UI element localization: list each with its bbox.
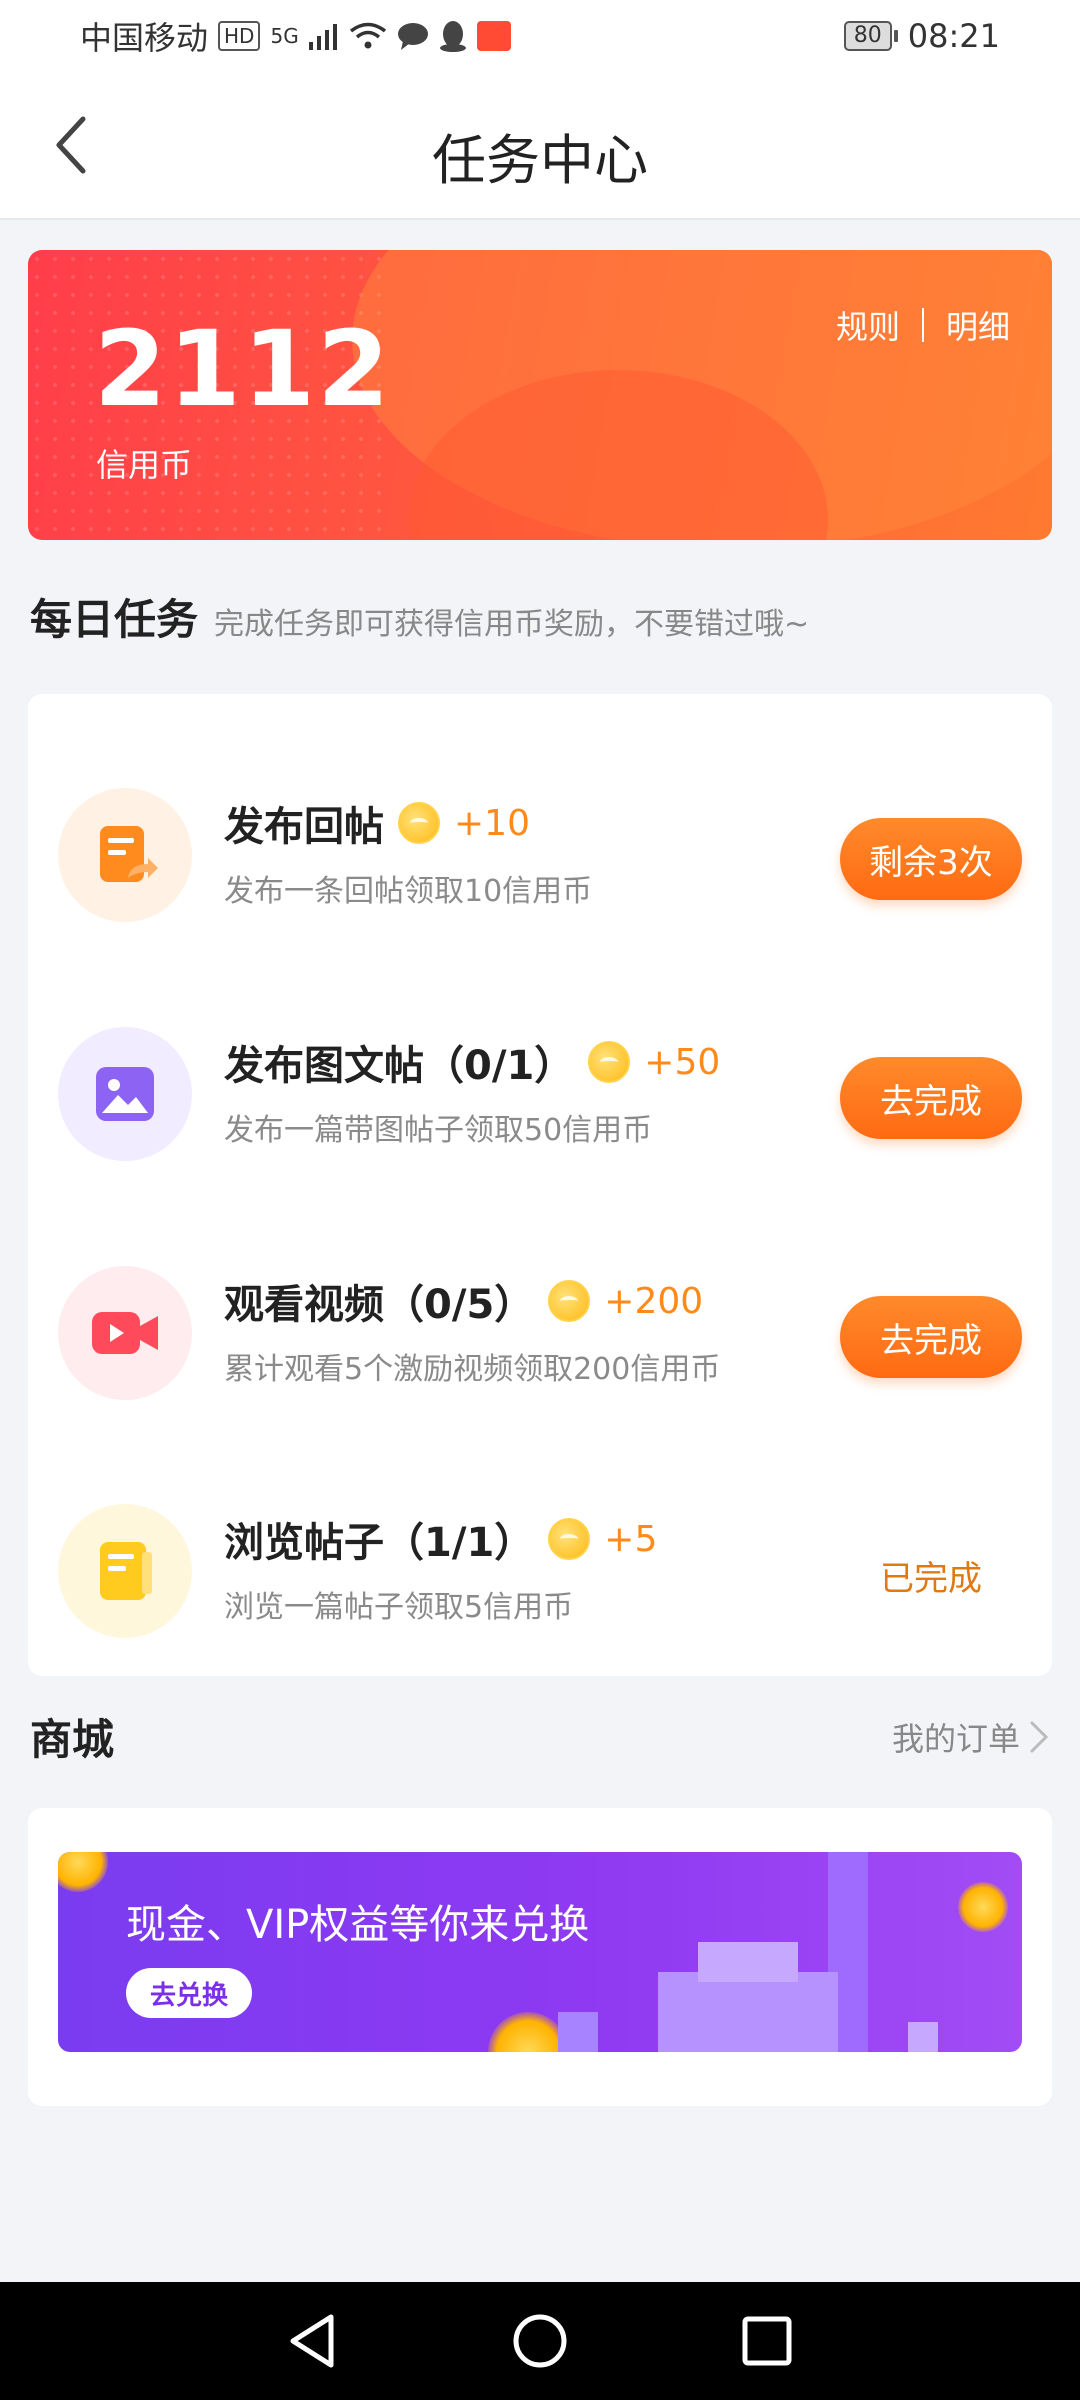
status-bar: 中国移动 HD 5G 80 08:21: [0, 0, 1080, 72]
task-description: 发布一篇带图帖子领取50信用币: [224, 1113, 653, 1148]
task-title-row: 观看视频（0/5） +200: [224, 1272, 703, 1330]
nav-recent-apps-icon[interactable]: [739, 2313, 795, 2369]
task-title-row: 浏览帖子（1/1） +5: [224, 1510, 657, 1568]
nav-home-icon[interactable]: [510, 2311, 570, 2371]
status-left: 中国移动 HD 5G: [80, 13, 511, 59]
task-item-browse-post: 浏览帖子（1/1） +5 浏览一篇帖子领取5信用币 已完成: [28, 1474, 1052, 1674]
coin-icon: [548, 1280, 591, 1322]
network-type: 5G: [270, 24, 299, 48]
task-title: 浏览帖子（1/1）: [224, 1520, 535, 1566]
rules-link[interactable]: 规则: [836, 302, 900, 348]
banner-title: 现金、VIP权益等你来兑换: [126, 1902, 590, 1948]
daily-tasks-subtitle: 完成任务即可获得信用币奖励，不要错过哦~: [214, 607, 810, 642]
shop-panel: 现金、VIP权益等你来兑换 去兑换: [28, 1808, 1052, 2106]
task-icon-circle: [58, 1027, 192, 1161]
task-title: 观看视频（0/5）: [224, 1282, 535, 1328]
credit-amount: 2112: [94, 308, 392, 430]
document-icon: [100, 1542, 152, 1600]
task-title-row: 发布图文帖（0/1） +50: [224, 1033, 720, 1091]
task-item-watch-video: 观看视频（0/5） +200 累计观看5个激励视频领取200信用币 去完成: [28, 1236, 1052, 1436]
task-icon-circle: [58, 788, 192, 922]
completed-status: 已完成: [880, 1558, 982, 1599]
carrier-name: 中国移动: [80, 19, 209, 57]
wifi-icon: [349, 22, 386, 49]
image-icon: [96, 1067, 154, 1121]
my-orders-label: 我的订单: [891, 1719, 1020, 1758]
coin-icon: [548, 1518, 591, 1560]
header: 任务中心: [0, 72, 1080, 220]
task-reward: +10: [454, 802, 530, 844]
task-description: 浏览一篇帖子领取5信用币: [224, 1590, 574, 1625]
battery-level: 80: [843, 21, 892, 51]
shop-title: 商城: [30, 1715, 115, 1764]
credit-unit-label: 信用币: [96, 446, 193, 484]
go-complete-button[interactable]: 去完成: [840, 1057, 1022, 1139]
battery-icon: 80: [843, 21, 898, 51]
task-icon-circle: [58, 1266, 192, 1400]
page-title: 任务中心: [432, 129, 648, 192]
status-right: 80 08:21: [843, 17, 1000, 55]
task-title: 发布回帖: [224, 804, 384, 850]
task-reward: +200: [604, 1280, 704, 1322]
task-description: 发布一条回帖领取10信用币: [224, 874, 593, 909]
task-item-image-post: 发布图文帖（0/1） +50 发布一篇带图帖子领取50信用币 去完成: [28, 997, 1052, 1197]
app-notification-icon: [476, 21, 511, 51]
task-icon-circle: [58, 1504, 192, 1638]
detail-link[interactable]: 明细: [946, 302, 1010, 348]
shop-header: 商城 我的订单: [30, 1706, 1050, 1767]
remaining-count-button[interactable]: 剩余3次: [840, 818, 1022, 900]
nav-back-icon[interactable]: [285, 2311, 341, 2371]
exchange-button[interactable]: 去兑换: [126, 1968, 252, 2018]
signal-icon: [308, 24, 337, 50]
credit-balance-card: 2112 信用币 规则 明细: [28, 250, 1052, 540]
task-list: 发布回帖 +10 发布一条回帖领取10信用币 剩余3次 发布图文帖（0/1） +…: [28, 694, 1052, 1676]
exchange-banner[interactable]: 现金、VIP权益等你来兑换 去兑换: [58, 1852, 1022, 2052]
card-links: 规则 明细: [836, 302, 1010, 348]
task-reward: +5: [604, 1518, 658, 1560]
hd-icon: HD: [218, 21, 261, 51]
task-title: 发布图文帖（0/1）: [224, 1043, 575, 1089]
task-title-row: 发布回帖 +10: [224, 794, 530, 852]
qq-icon: [439, 21, 466, 52]
chevron-right-icon: [1030, 1721, 1049, 1752]
task-item-post-reply: 发布回帖 +10 发布一条回帖领取10信用币 剩余3次: [28, 758, 1052, 958]
message-icon: [397, 23, 428, 50]
daily-tasks-title: 每日任务: [30, 595, 199, 644]
go-complete-button[interactable]: 去完成: [840, 1296, 1022, 1378]
coin-icon: [588, 1041, 631, 1083]
daily-tasks-header: 每日任务 完成任务即可获得信用币奖励，不要错过哦~: [30, 586, 809, 647]
divider: [921, 308, 924, 342]
coin-icon: [398, 802, 440, 844]
system-nav-bar: [0, 2282, 1080, 2400]
edit-post-icon: [100, 826, 158, 882]
my-orders-link[interactable]: 我的订单: [892, 1714, 1050, 1760]
task-reward: +50: [644, 1041, 721, 1083]
video-icon: [92, 1312, 158, 1354]
task-description: 累计观看5个激励视频领取200信用币: [224, 1352, 721, 1387]
clock: 08:21: [907, 17, 1000, 55]
